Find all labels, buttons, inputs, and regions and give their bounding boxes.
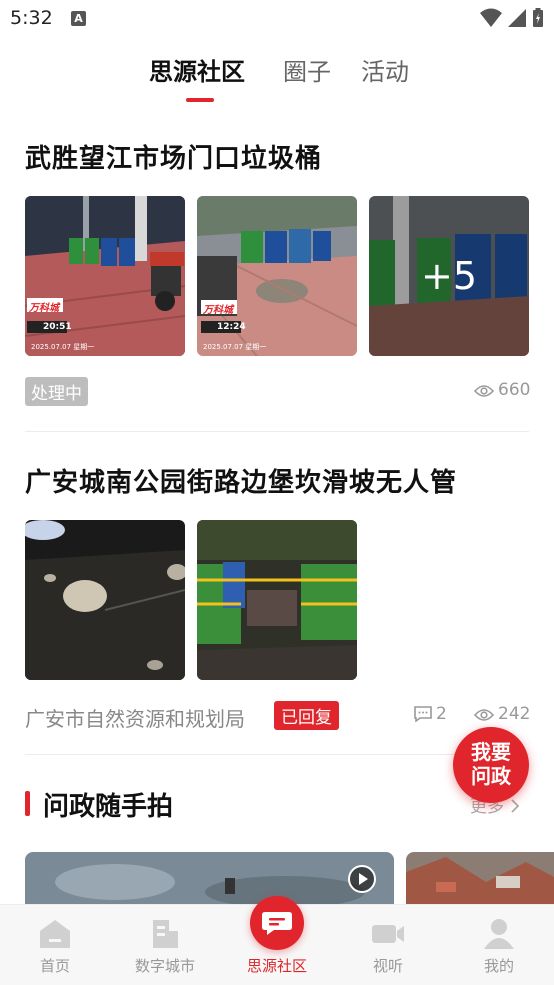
post-card[interactable]: 广安城南公园街路边堡坎滑坡无人管 [25,462,529,499]
profile-icon [484,919,514,949]
section-accent-bar [25,791,30,816]
post-card[interactable]: 武胜望江市场门口垃圾桶 [25,138,529,175]
snapshot-card[interactable] [406,852,554,912]
post-image[interactable] [197,520,357,680]
nav-label: 思源社区 [246,957,307,975]
post-image[interactable] [25,520,185,680]
notification-icon: A [71,11,86,26]
home-icon [40,920,70,948]
watermark-time: 20:51 [43,322,72,332]
system-icons [479,8,544,28]
building-icon [153,920,178,948]
comment-count: 2 [414,704,447,724]
nav-label: 视听 [372,957,403,975]
post-title[interactable]: 武胜望江市场门口垃圾桶 [25,138,529,175]
fab-line2: 问政 [471,764,511,788]
chat-icon [262,912,292,935]
tab-active-indicator [186,98,214,102]
post-image[interactable]: 万科城 20:51 2025.07.07 星期一 [25,196,185,356]
nav-item-profile[interactable]: 我的 [444,905,554,985]
nav-label: 数字城市 [134,957,195,975]
status-badge: 处理中 [25,377,88,406]
battery-icon [533,8,543,27]
view-count-value: 660 [498,380,531,400]
tab-activities[interactable]: 活动 [361,52,409,87]
top-tabs: 思源社区 圈子 活动 [0,52,554,102]
tab-circle[interactable]: 圈子 [283,52,331,87]
play-icon[interactable] [348,865,376,893]
signal-icon [507,9,526,27]
watermark-date: 2025.07.07 星期一 [203,343,267,351]
divider [25,431,529,432]
eye-icon [473,709,495,721]
watermark-time: 12:24 [217,322,246,332]
watermark-date: 2025.07.07 星期一 [31,343,95,351]
watermark-logo: 万科城 [203,305,233,316]
chevron-right-icon [511,799,520,813]
comment-icon [414,706,432,723]
view-count-value: 242 [498,704,531,724]
view-count: 242 [473,704,531,724]
view-count: 660 [473,380,531,400]
watermark-logo: 万科城 [29,303,59,314]
nav-label: 我的 [483,957,514,975]
nav-item-digital-city[interactable]: 数字城市 [110,905,220,985]
section-title: 问政随手拍 [43,792,174,822]
status-time: 5:32 [10,7,53,29]
eye-icon [473,385,495,397]
ask-government-button[interactable]: 我要 问政 [453,727,529,803]
tab-sisource-community[interactable]: 思源社区 [149,52,245,87]
community-center-button[interactable] [250,896,304,950]
comment-count-value: 2 [436,704,447,724]
post-image-more[interactable]: +5 [369,196,529,356]
post-image[interactable]: 万科城 12:24 2025.07.07 星期一 [197,196,357,356]
snapshot-card[interactable] [25,852,394,912]
nav-item-audiovisual[interactable]: 视听 [333,905,443,985]
fab-line1: 我要 [471,740,511,764]
more-images-count: +5 [420,254,478,298]
wifi-icon [479,8,502,27]
department-name[interactable]: 广安市自然资源和规划局 [25,703,245,732]
nav-item-home[interactable]: 首页 [0,905,110,985]
status-bar: 5:32 A [0,0,554,38]
reply-status-badge: 已回复 [274,701,339,730]
post-title[interactable]: 广安城南公园街路边堡坎滑坡无人管 [25,462,529,499]
nav-label: 首页 [39,957,70,975]
video-icon [372,925,404,943]
